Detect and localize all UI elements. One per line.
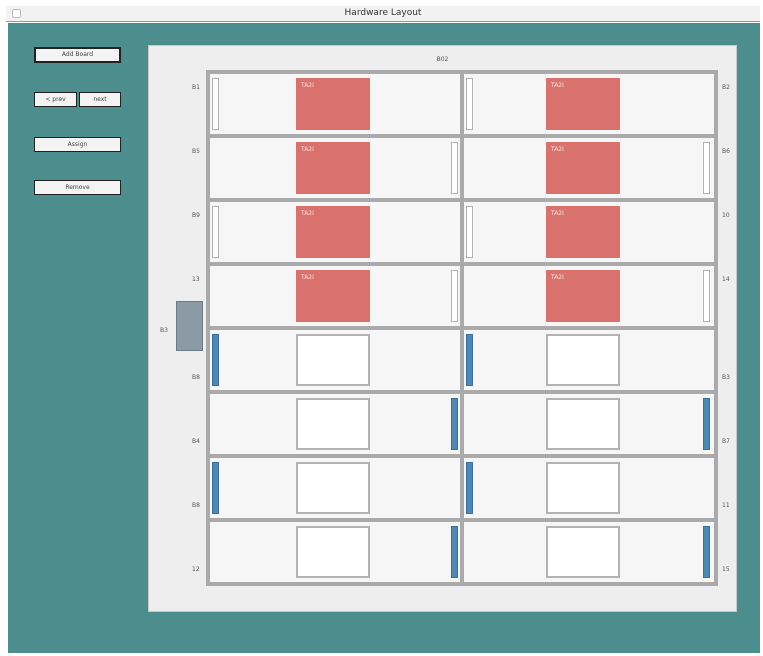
slot-right[interactable] [462, 518, 718, 586]
slot-indicator[interactable] [451, 142, 458, 194]
slot-left[interactable]: TA2I [206, 70, 462, 138]
slot-label-left: 13 [192, 276, 200, 283]
empty-module-socket[interactable] [296, 398, 370, 450]
module-label: TA2I [301, 146, 314, 153]
occupied-module[interactable]: TA2I [546, 270, 620, 322]
empty-module-socket[interactable] [296, 334, 370, 386]
empty-module-socket[interactable] [296, 526, 370, 578]
occupied-module[interactable]: TA2I [546, 206, 620, 258]
slot-label-left: B9 [192, 212, 200, 219]
slot-label-left: B8 [192, 374, 200, 381]
assign-button[interactable]: Assign [34, 137, 121, 152]
right-small-button[interactable]: next [79, 92, 121, 107]
slot-label-left: B5 [192, 148, 200, 155]
slot-label-right: B3 [722, 374, 730, 381]
slot-indicator[interactable] [451, 526, 458, 578]
empty-module-socket[interactable] [296, 462, 370, 514]
slot-indicator[interactable] [212, 334, 219, 386]
module-label: TA2I [301, 274, 314, 281]
empty-module-socket[interactable] [546, 526, 620, 578]
slot-label-right: 10 [722, 212, 730, 219]
module-label: TA2I [551, 146, 564, 153]
slot-right[interactable]: TA2I [462, 134, 718, 202]
slot-indicator[interactable] [212, 206, 219, 258]
slot-indicator[interactable] [703, 526, 710, 578]
slot-left[interactable] [206, 390, 462, 458]
occupied-module[interactable]: TA2I [296, 78, 370, 130]
slot-right[interactable] [462, 390, 718, 458]
side-block-label: B3 [160, 327, 168, 334]
slot-indicator[interactable] [703, 142, 710, 194]
slot-left[interactable]: TA2I [206, 134, 462, 202]
slot-right[interactable]: TA2I [462, 198, 718, 266]
module-label: TA2I [551, 274, 564, 281]
slot-right[interactable] [462, 326, 718, 394]
slot-left[interactable] [206, 454, 462, 522]
left-small-button[interactable]: < prev [34, 92, 77, 107]
module-label: TA2I [301, 82, 314, 89]
slot-indicator[interactable] [703, 270, 710, 322]
slot-right[interactable]: TA2I [462, 70, 718, 138]
slot-indicator[interactable] [212, 462, 219, 514]
window-title: Hardware Layout [344, 8, 422, 18]
slot-left[interactable] [206, 326, 462, 394]
title-bar[interactable]: Hardware Layout [6, 6, 760, 22]
slot-indicator[interactable] [466, 78, 473, 130]
slot-label-left: B8 [192, 502, 200, 509]
slot-left[interactable] [206, 518, 462, 586]
slot-right[interactable]: TA2I [462, 262, 718, 330]
slot-indicator[interactable] [466, 334, 473, 386]
slot-indicator[interactable] [451, 398, 458, 450]
empty-module-socket[interactable] [546, 334, 620, 386]
occupied-module[interactable]: TA2I [296, 142, 370, 194]
app-window: Hardware Layout Add Board < prev next As… [0, 0, 763, 656]
occupied-module[interactable]: TA2I [296, 206, 370, 258]
empty-module-socket[interactable] [546, 398, 620, 450]
slot-indicator[interactable] [451, 270, 458, 322]
slot-left[interactable]: TA2I [206, 198, 462, 266]
module-label: TA2I [551, 210, 564, 217]
occupied-module[interactable]: TA2I [546, 142, 620, 194]
slot-label-right: B6 [722, 148, 730, 155]
slot-indicator[interactable] [703, 398, 710, 450]
slot-label-right: 15 [722, 566, 730, 573]
slot-right[interactable] [462, 454, 718, 522]
slot-left[interactable]: TA2I [206, 262, 462, 330]
empty-module-socket[interactable] [546, 462, 620, 514]
slot-rack: TA2I TA2I TA2I TA2I TA2I TA2I TA2I TA2I [206, 70, 718, 590]
board-label: B02 [436, 56, 449, 63]
slot-label-left: B4 [192, 438, 200, 445]
add-board-button[interactable]: Add Board [34, 47, 121, 63]
module-label: TA2I [551, 82, 564, 89]
occupied-module[interactable]: TA2I [546, 78, 620, 130]
slot-indicator[interactable] [466, 462, 473, 514]
slot-indicator[interactable] [466, 206, 473, 258]
slot-label-left: B1 [192, 84, 200, 91]
side-memory-block[interactable] [176, 301, 203, 351]
occupied-module[interactable]: TA2I [296, 270, 370, 322]
slot-label-right: 14 [722, 276, 730, 283]
slot-label-left: 12 [192, 566, 200, 573]
remove-button[interactable]: Remove [34, 180, 121, 195]
slot-label-right: B7 [722, 438, 730, 445]
slot-label-right: B2 [722, 84, 730, 91]
module-label: TA2I [301, 210, 314, 217]
slot-label-right: 11 [722, 502, 730, 509]
slot-indicator[interactable] [212, 78, 219, 130]
